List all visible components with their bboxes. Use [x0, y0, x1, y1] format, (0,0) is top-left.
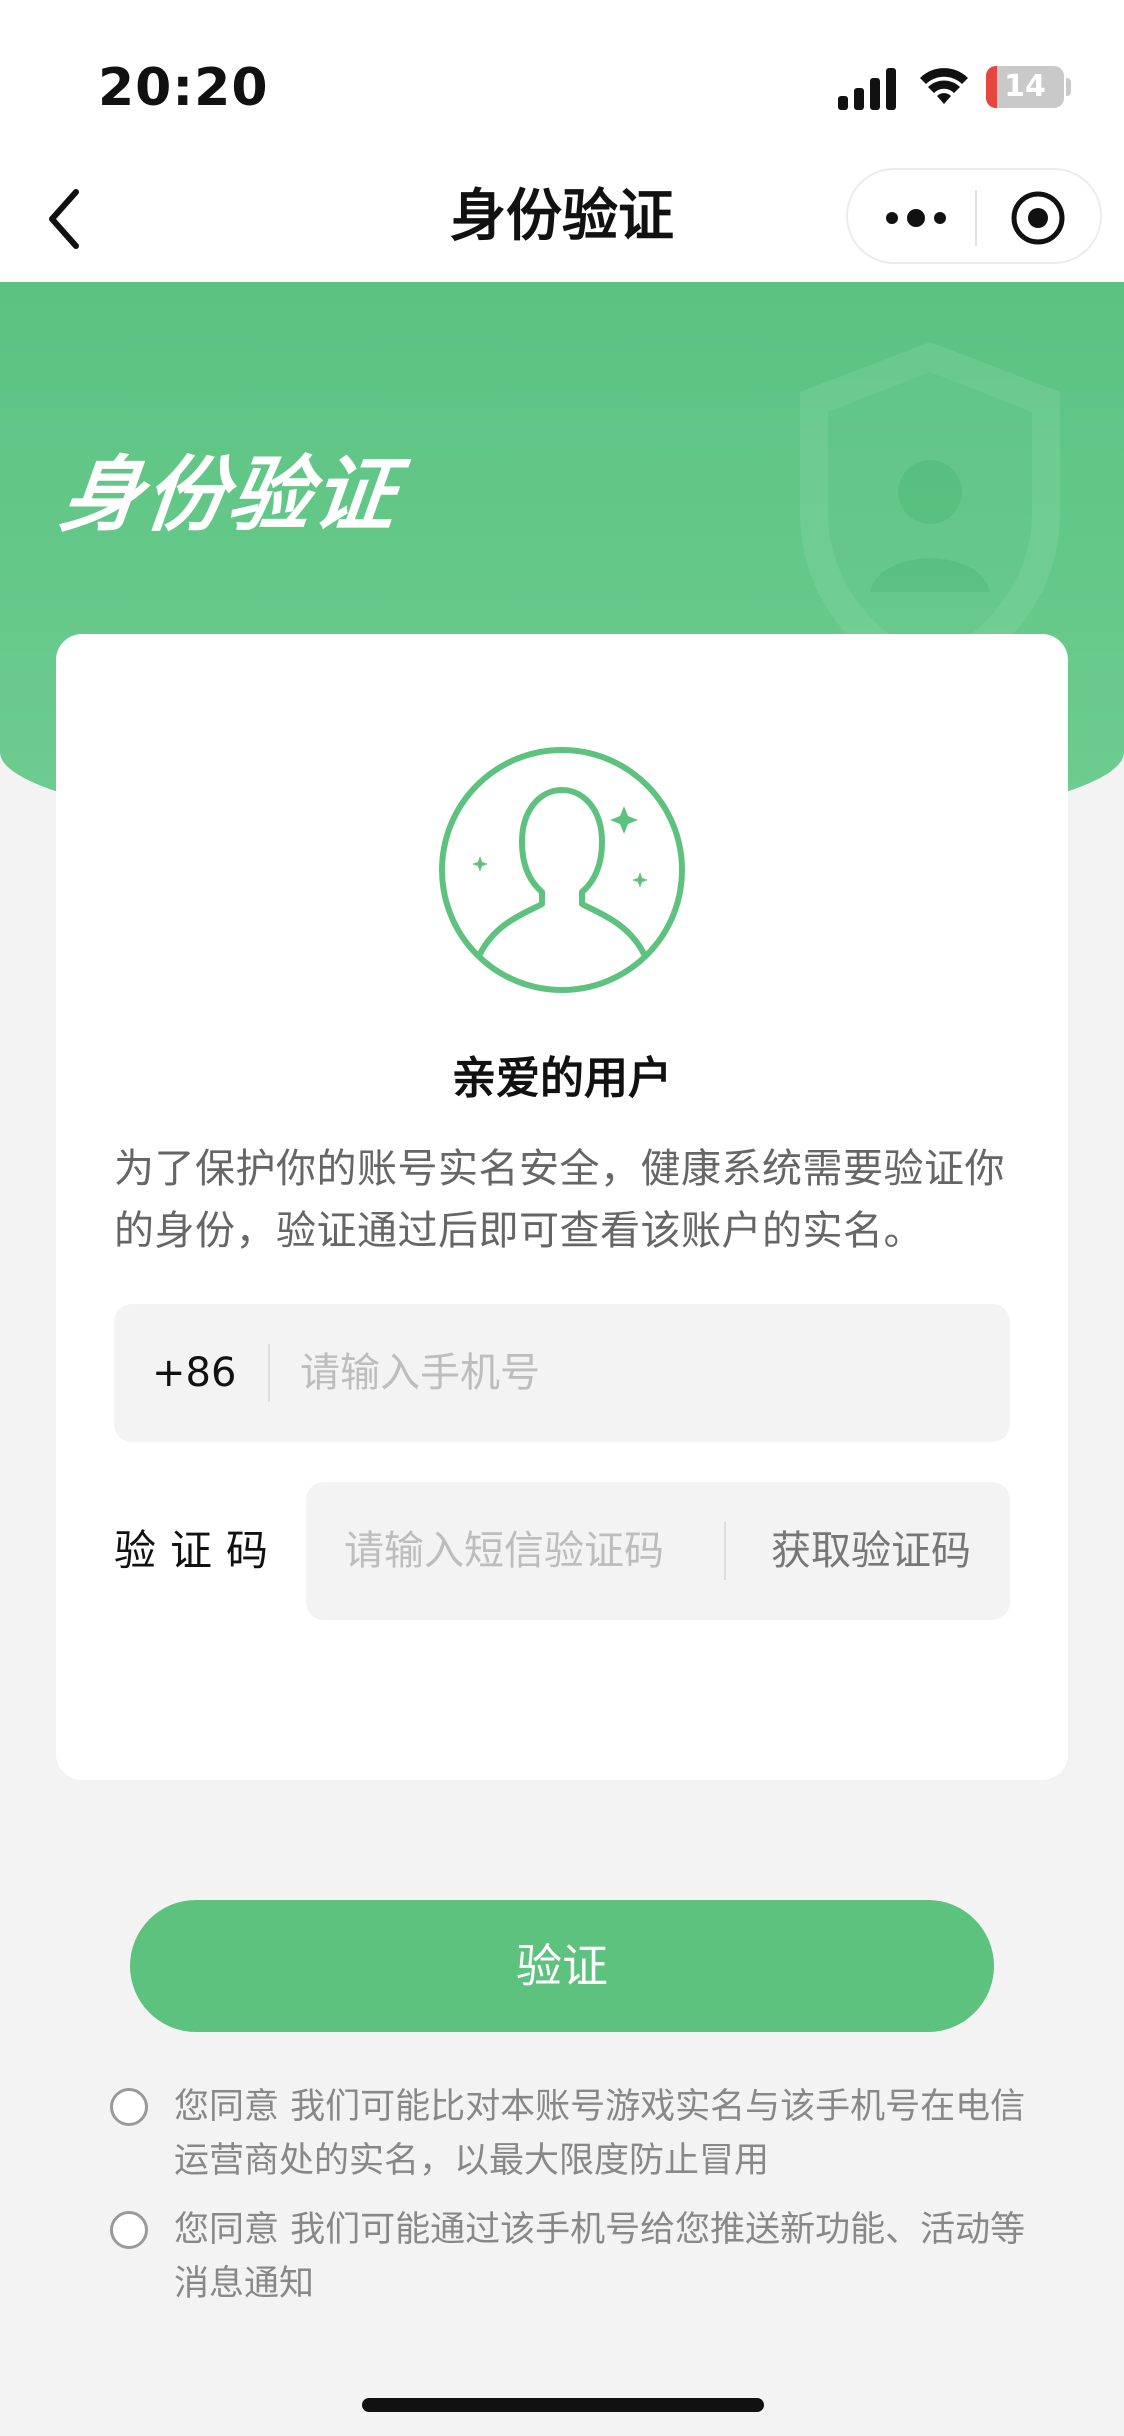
close-mini-program-icon[interactable] [1008, 188, 1068, 248]
agreement-radio-icon[interactable] [110, 2211, 148, 2249]
greeting-heading: 亲爱的用户 [452, 1053, 672, 1104]
signal-icon [838, 68, 896, 110]
status-time: 20:20 [98, 58, 269, 118]
agreement-radio-icon[interactable] [110, 2088, 148, 2126]
home-indicator [362, 2398, 764, 2412]
phone-field: +86 [114, 1304, 1010, 1442]
mini-program-capsule [846, 168, 1102, 264]
sms-code-input[interactable] [344, 1482, 734, 1620]
agreement-text: 您同意 我们可能比对本账号游戏实名与该手机号在电信运营商处的实名，以最大限度防止… [174, 2087, 1026, 2181]
more-icon[interactable] [878, 194, 954, 242]
code-divider [724, 1522, 726, 1580]
phone-input[interactable] [300, 1304, 980, 1442]
battery-tip [1066, 78, 1071, 96]
agreement-text: 您同意 我们可能通过该手机号给您推送新功能、活动等消息通知 [174, 2210, 1026, 2304]
navigation-bar: 身份验证 [0, 160, 1124, 282]
battery-level-text: 14 [1004, 69, 1046, 104]
phone-divider [268, 1344, 270, 1402]
banner-title: 身份验证 [56, 448, 403, 543]
get-code-button[interactable]: 获取验证码 [746, 1482, 996, 1620]
country-code[interactable]: +86 [152, 1304, 236, 1442]
code-field: 获取验证码 [306, 1482, 1010, 1620]
code-label: 验证码 [114, 1526, 283, 1575]
verify-button[interactable]: 验证 [130, 1900, 994, 2032]
capsule-divider [975, 190, 977, 246]
user-avatar-icon [439, 747, 685, 993]
verification-description: 为了保护你的账号实名安全，健康系统需要验证你的身份，验证通过后即可查看该账户的实… [114, 1146, 1005, 1254]
wifi-icon [920, 68, 968, 104]
status-bar: 20:20 14 [0, 0, 1124, 160]
verification-card: 亲爱的用户 为了保护你的账号实名安全，健康系统需要验证你的身份，验证通过后即可查… [56, 634, 1068, 1780]
battery-icon: 14 [986, 66, 1064, 108]
